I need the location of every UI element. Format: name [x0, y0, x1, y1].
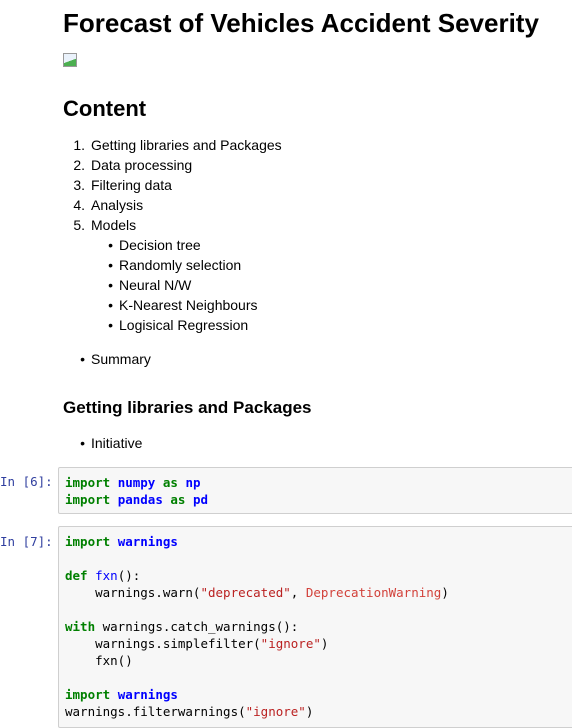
code-token: "ignore" [245, 704, 306, 719]
code-token: import [65, 534, 111, 549]
content-list-item: 4. Analysis [67, 195, 143, 215]
code-line: warnings.filterwarnings("ignore") [65, 703, 572, 720]
code-token: ) [320, 636, 329, 651]
list-item-label: Analysis [91, 197, 144, 213]
code-line: with warnings.catch_warnings(): [65, 618, 572, 635]
code-token: numpy [117, 475, 156, 490]
code-line: import warnings [65, 533, 572, 550]
model-list-item: • Randomly selection [95, 255, 241, 275]
list-item-label: Getting libraries and Packages [91, 137, 282, 153]
code-token: warnings [117, 687, 178, 702]
code-token: import [65, 475, 111, 490]
code-token: DeprecationWarning [305, 585, 442, 600]
bullet-icon: • [108, 237, 113, 253]
list-item-label: Neural N/W [119, 277, 192, 293]
code-token: fxn [95, 568, 118, 583]
code-token: import [65, 687, 111, 702]
code-token: np [185, 475, 201, 490]
list-marker: 2. [73, 157, 85, 173]
list-item-label: Decision tree [119, 237, 201, 253]
code-token: as [170, 492, 186, 507]
list-item-label: Logisical Regression [119, 317, 249, 333]
list-item-label: Summary [91, 351, 151, 367]
code-token: warnings.warn( [65, 585, 201, 600]
page-title: Forecast of Vehicles Accident Severity [63, 8, 539, 38]
model-list-item: • Neural N/W [95, 275, 191, 295]
code-token: with [65, 619, 96, 634]
code-line: import numpy as np [65, 474, 572, 491]
content-list-item: 1. Getting libraries and Packages [67, 135, 282, 155]
model-list-item: • Logisical Regression [95, 315, 248, 335]
bullet-icon: • [108, 257, 113, 273]
code-line: import pandas as pd [65, 491, 572, 508]
list-item-label: Filtering data [91, 177, 172, 193]
code-token: as [162, 475, 178, 490]
code-token: (): [117, 568, 141, 583]
bullet-icon: • [108, 317, 113, 333]
code-token: warnings.catch_warnings(): [95, 619, 299, 634]
content-list-item: 3. Filtering data [67, 175, 172, 195]
code-token: "ignore" [260, 636, 321, 651]
list-marker: 5. [73, 217, 85, 233]
section-list-item: • Initiative [67, 433, 142, 453]
code-token: warnings.filterwarnings( [65, 704, 246, 719]
list-item-label: Data processing [91, 157, 193, 173]
code-token: pandas [117, 492, 163, 507]
list-item-label: K-Nearest Neighbours [119, 297, 258, 313]
code-cell[interactable]: import numpy as np import pandas as pd [58, 467, 572, 514]
code-token: pd [192, 492, 209, 507]
code-token: fxn() [65, 653, 133, 668]
bullet-icon: • [108, 297, 113, 313]
code-token: import [65, 492, 111, 507]
model-list-item: • K-Nearest Neighbours [95, 295, 258, 315]
section-heading: Getting libraries and Packages [63, 398, 312, 417]
broken-image-icon [63, 53, 77, 67]
bullet-icon: • [108, 277, 113, 293]
cell-prompt: In [7]: [0, 534, 53, 549]
bullet-icon: • [80, 351, 85, 367]
code-token: warnings [117, 534, 178, 549]
code-token: def [65, 568, 88, 583]
cell-prompt: In [6]: [0, 474, 53, 489]
list-marker: 4. [73, 197, 85, 213]
code-token: ) [305, 704, 314, 719]
list-marker: 3. [73, 177, 85, 193]
list-marker: 1. [73, 137, 85, 153]
code-line: def fxn(): [65, 567, 572, 584]
code-token: ) [441, 585, 449, 600]
bullet-icon: • [80, 435, 85, 451]
code-token: , [290, 585, 306, 600]
model-list-item: • Decision tree [95, 235, 201, 255]
code-cell[interactable]: import warnings def fxn(): warnings.warn(… [58, 526, 572, 728]
content-heading: Content [63, 96, 147, 121]
content-list-item: 5. Models [67, 215, 136, 235]
code-line: warnings.warn("deprecated", DeprecationW… [65, 584, 572, 601]
code-token: warnings.simplefilter( [65, 636, 261, 651]
code-line: warnings.simplefilter("ignore") [65, 635, 572, 652]
code-line: import warnings [65, 686, 572, 703]
list-item-label: Models [91, 217, 137, 233]
list-item-label: Randomly selection [119, 257, 242, 273]
code-line: fxn() [65, 652, 572, 669]
content-list-item: 2. Data processing [67, 155, 192, 175]
summary-list-item: • Summary [67, 349, 151, 369]
list-item-label: Initiative [91, 435, 143, 451]
code-token: "deprecated" [200, 585, 291, 600]
